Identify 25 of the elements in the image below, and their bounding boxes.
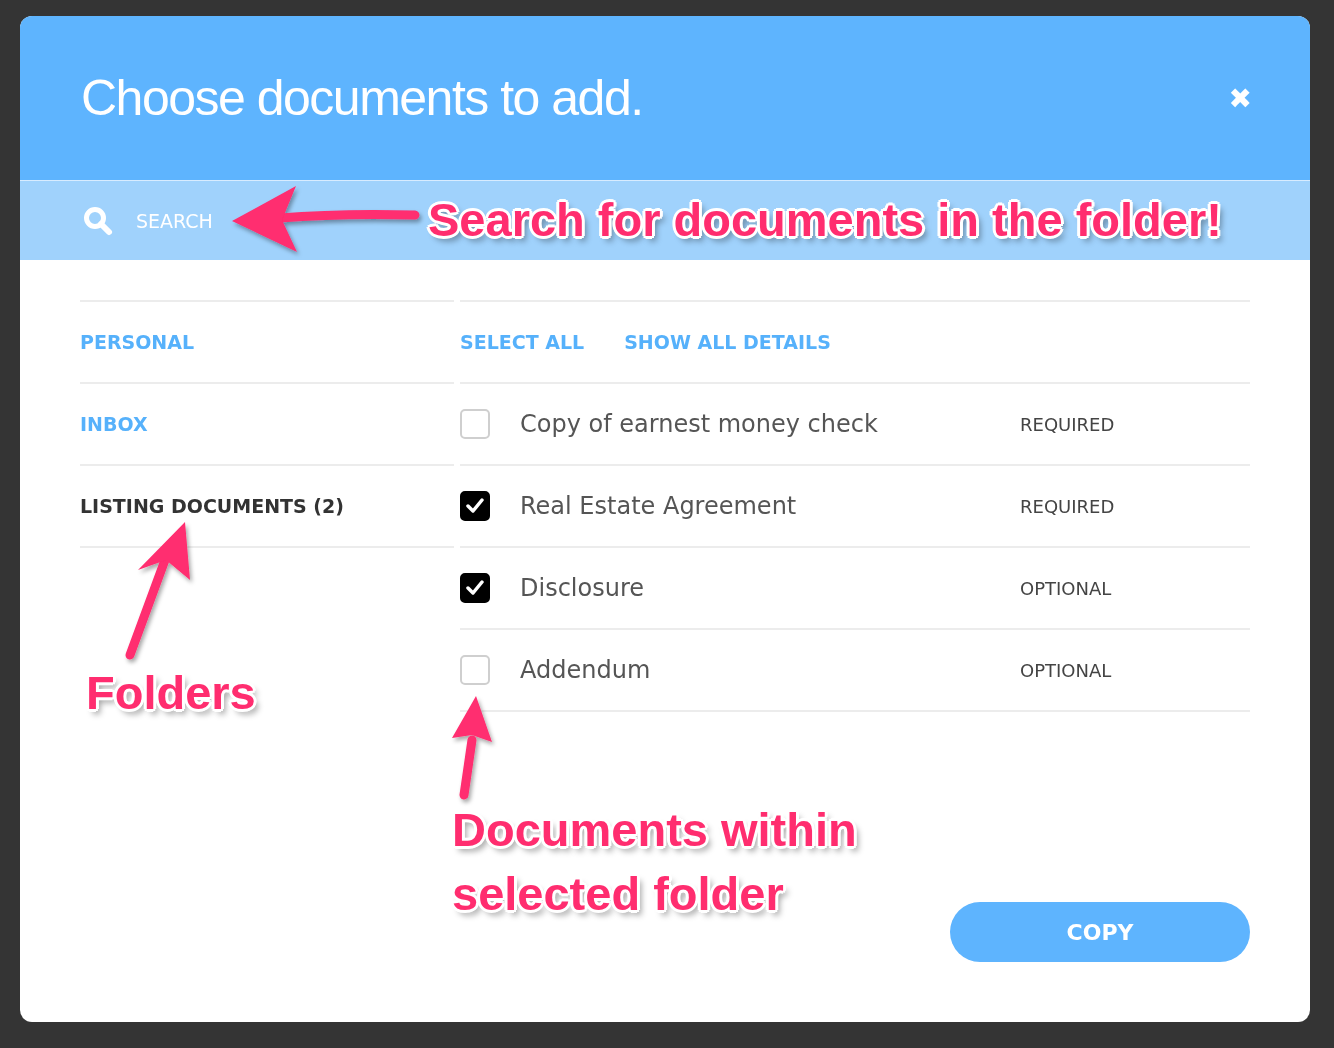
- requirement-label: REQUIRED: [1020, 413, 1115, 435]
- close-button[interactable]: ✖: [1228, 81, 1252, 115]
- checkmark-icon: [466, 580, 484, 596]
- annotation-text: Folders: [86, 665, 256, 721]
- action-link[interactable]: SHOW ALL DETAILS: [624, 331, 831, 353]
- document-name: Disclosure: [520, 574, 646, 602]
- annotation-text: Documents within selected folder: [452, 802, 858, 922]
- checkbox[interactable]: [460, 491, 490, 521]
- requirement-label: OPTIONAL: [1020, 659, 1112, 681]
- search-field[interactable]: SEARCH: [134, 208, 338, 233]
- folder-item[interactable]: INBOX: [80, 413, 148, 435]
- annotation-text: Search for documents in the folder!: [428, 192, 1222, 248]
- requirement-label: REQUIRED: [1020, 495, 1115, 517]
- document-name: Addendum: [520, 656, 652, 684]
- checkmark-icon: [466, 498, 484, 514]
- copy-button[interactable]: COPY: [950, 902, 1250, 962]
- checkbox[interactable]: [460, 573, 490, 603]
- dialog-title: Choose documents to add.: [81, 69, 643, 127]
- action-link[interactable]: SELECT ALL: [460, 331, 585, 353]
- document-name: Real Estate Agreement: [520, 492, 798, 520]
- folder-item[interactable]: LISTING DOCUMENTS (2): [80, 495, 344, 517]
- search-icon: [82, 204, 114, 237]
- requirement-label: OPTIONAL: [1020, 577, 1112, 599]
- folder-item[interactable]: PERSONAL: [80, 331, 195, 353]
- document-name: Copy of earnest money check: [520, 410, 879, 438]
